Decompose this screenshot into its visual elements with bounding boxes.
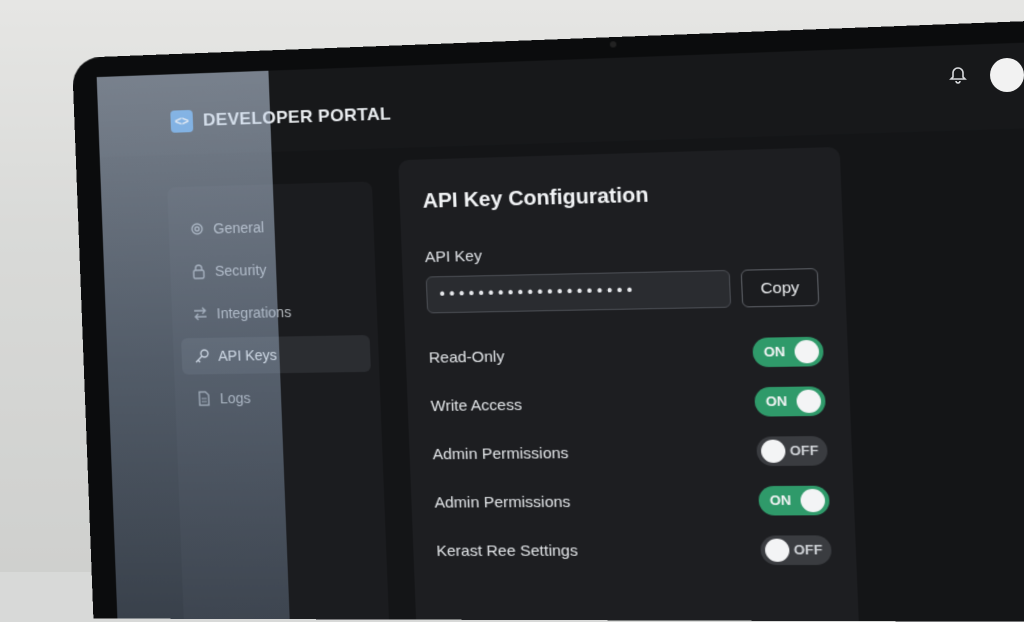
toggle-label: Admin Permissions (432, 444, 569, 463)
avatar[interactable] (990, 58, 1024, 92)
toggle-knob (800, 488, 826, 513)
top-bar: <> DEVELOPER PORTAL (96, 37, 1024, 158)
document-icon (195, 390, 212, 406)
panel-title: API Key Configuration (422, 183, 650, 213)
admin-permissions-toggle[interactable]: OFF (756, 435, 828, 467)
sidebar-item-api-keys[interactable]: API Keys (181, 335, 371, 375)
api-key-row: Copy (425, 268, 822, 314)
toggle-label: Read-Only (428, 347, 505, 367)
sidebar-item-label: Security (214, 261, 267, 280)
api-key-field[interactable] (425, 269, 732, 314)
gear-icon (189, 221, 206, 238)
api-key-label: API Key (424, 247, 483, 267)
toggle-knob (760, 439, 786, 463)
toggle-row-read-only: Read-Only ON (428, 331, 824, 377)
brand-title: DEVELOPER PORTAL (202, 104, 392, 130)
code-brackets-icon: <> (170, 109, 194, 133)
read-only-toggle[interactable]: ON (752, 336, 824, 368)
sidebar-item-label: General (212, 219, 265, 237)
toggle-row-admin-permissions: Admin Permissions OFF (432, 431, 828, 474)
bell-icon[interactable] (948, 65, 968, 85)
sidebar-item-label: API Keys (217, 346, 278, 364)
toggle-label: Admin Permissions (434, 492, 571, 512)
toggle-state: OFF (789, 442, 819, 459)
webcam (609, 41, 617, 48)
toggle-state: OFF (793, 541, 823, 558)
sidebar-item-label: Logs (219, 389, 252, 407)
laptop-bezel: <> DEVELOPER PORTAL General Security Int… (72, 16, 1024, 622)
sidebar-item-security[interactable]: Security (178, 249, 368, 290)
toggle-state: ON (765, 393, 788, 410)
toggle-knob (796, 389, 822, 414)
sidebar-item-general[interactable]: General (176, 206, 366, 247)
toggle-state: ON (763, 343, 786, 360)
app-screen: <> DEVELOPER PORTAL General Security Int… (96, 37, 1024, 622)
toggle-row-write-access: Write Access ON (430, 381, 826, 425)
swap-arrows-icon (192, 305, 209, 321)
toggle-label: Write Access (430, 395, 523, 415)
api-key-panel: API Key Configuration API Key Copy Read-… (398, 146, 860, 622)
toggle-knob (764, 538, 790, 562)
toggle-row-admin-permissions-2: Admin Permissions ON (434, 480, 831, 522)
toggle-state: ON (769, 492, 792, 509)
toggle-label: Kerast Ree Settings (436, 541, 579, 560)
write-access-toggle[interactable]: ON (754, 386, 826, 417)
key-icon (194, 348, 211, 364)
admin-permissions-toggle-2[interactable]: ON (758, 485, 831, 516)
copy-button[interactable]: Copy (740, 268, 820, 308)
sidebar-item-integrations[interactable]: Integrations (179, 292, 369, 332)
sidebar-item-logs[interactable]: Logs (183, 378, 373, 417)
sidebar-item-label: Integrations (216, 303, 292, 322)
header-icons (948, 58, 1024, 92)
brand[interactable]: <> DEVELOPER PORTAL (170, 103, 391, 133)
kerast-ree-settings-toggle[interactable]: OFF (760, 535, 833, 566)
toggle-row-kerast-ree-settings: Kerast Ree Settings OFF (436, 530, 833, 570)
lock-icon (190, 263, 207, 280)
toggle-knob (794, 339, 820, 364)
sidebar: General Security Integrations API Keys L… (167, 181, 391, 622)
